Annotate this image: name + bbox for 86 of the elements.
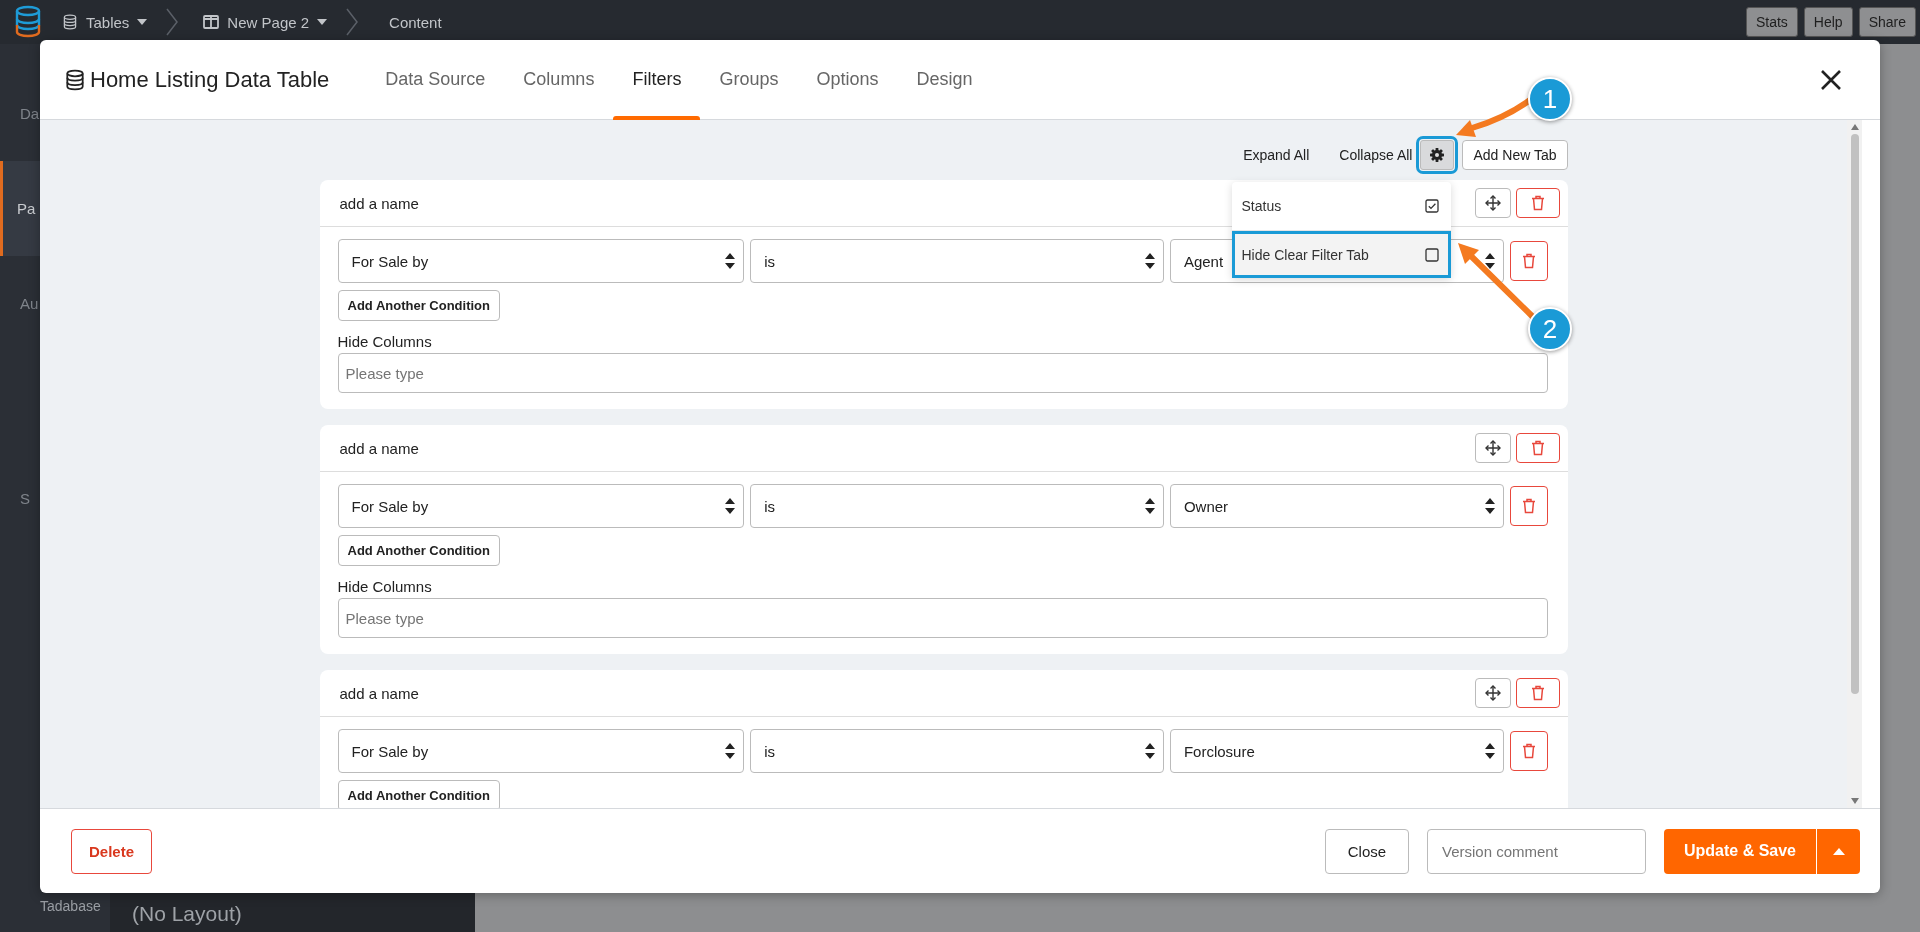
sort-icon <box>1144 498 1155 514</box>
hide-columns-label: Hide Columns <box>337 578 433 595</box>
move-icon <box>1484 440 1501 456</box>
operator-select[interactable]: is <box>750 484 1164 528</box>
toolbar-button[interactable]: Share <box>1858 7 1916 37</box>
sort-icon <box>1484 253 1495 269</box>
trash-icon <box>1521 253 1536 269</box>
checkbox-icon[interactable] <box>1424 247 1439 262</box>
move-button[interactable] <box>1474 678 1511 708</box>
database-icon <box>64 68 86 91</box>
operator-select[interactable]: is <box>750 239 1164 283</box>
sidebar-footer-label: Tadabase <box>39 898 102 916</box>
tab[interactable]: Columns <box>504 40 614 119</box>
trash-icon <box>1530 195 1545 211</box>
tab[interactable]: Options <box>797 40 898 119</box>
scrollbar[interactable] <box>1847 120 1862 808</box>
logo-icon[interactable] <box>14 5 42 39</box>
breadcrumb[interactable]: Content <box>363 13 456 31</box>
delete-filter-button[interactable] <box>1515 188 1560 218</box>
menu-item[interactable]: Status <box>1231 182 1451 230</box>
hide-columns-label: Hide Columns <box>337 333 433 350</box>
toolbar-button[interactable]: Help <box>1803 7 1853 37</box>
caret-up-icon <box>1832 847 1845 855</box>
filter-name-placeholder[interactable]: add a name <box>339 684 419 702</box>
field-select[interactable]: For Sale by <box>337 484 745 528</box>
trash-icon <box>1521 498 1536 514</box>
settings-icon <box>1430 148 1445 162</box>
sort-icon <box>725 498 736 514</box>
checked-checkbox-icon[interactable] <box>1424 199 1439 213</box>
scroll-up-icon <box>1850 124 1859 130</box>
expand-all-link[interactable]: Expand All <box>1243 147 1310 163</box>
filter-name-placeholder[interactable]: add a name <box>339 194 419 212</box>
breadcrumb[interactable]: New Page 2 <box>183 13 342 31</box>
sort-icon <box>725 743 736 759</box>
chevron-icon <box>345 8 360 36</box>
move-icon <box>1484 685 1501 701</box>
filter-name-placeholder[interactable]: add a name <box>339 439 419 457</box>
delete-condition-button[interactable] <box>1509 241 1548 281</box>
layout-label: (No Layout) <box>131 902 243 927</box>
hide-columns-field[interactable]: Please type <box>337 353 1548 393</box>
add-condition-button[interactable]: Add Another Condition <box>337 535 500 566</box>
database-icon <box>62 14 78 30</box>
add-condition-button[interactable]: Add Another Condition <box>337 290 500 321</box>
scroll-down-icon <box>1850 798 1859 804</box>
trash-icon <box>1530 685 1545 701</box>
tab[interactable]: Filters <box>613 40 701 119</box>
delete-filter-button[interactable] <box>1515 678 1560 708</box>
trash-icon <box>1530 440 1545 456</box>
close-icon <box>1820 68 1842 91</box>
modal-title: Home Listing Data Table <box>90 66 330 93</box>
toolbar-button[interactable]: Stats <box>1745 7 1798 37</box>
caret-icon <box>317 19 328 25</box>
breadcrumb[interactable]: Tables <box>42 13 162 31</box>
sort-icon <box>1484 498 1495 514</box>
sort-icon <box>1144 743 1155 759</box>
menu-item[interactable]: Hide Clear Filter Tab <box>1231 230 1451 278</box>
delete-button[interactable]: Delete <box>71 828 153 874</box>
close-button[interactable] <box>1820 68 1842 91</box>
add-condition-button[interactable]: Add Another Condition <box>337 780 500 808</box>
delete-condition-button[interactable] <box>1509 731 1548 771</box>
sort-icon <box>725 253 736 269</box>
collapse-all-link[interactable]: Collapse All <box>1339 147 1413 163</box>
chevron-icon <box>165 8 180 36</box>
save-options-button[interactable] <box>1817 828 1860 874</box>
version-comment-field[interactable]: Version comment <box>1426 828 1646 874</box>
tab[interactable]: Data Source <box>366 40 505 119</box>
sort-icon <box>1144 253 1155 269</box>
tab[interactable]: Groups <box>700 40 798 119</box>
delete-filter-button[interactable] <box>1515 433 1560 463</box>
close-button[interactable]: Close <box>1324 828 1409 874</box>
operator-select[interactable]: is <box>750 729 1164 773</box>
move-button[interactable] <box>1474 433 1511 463</box>
value-select[interactable]: Owner <box>1169 484 1504 528</box>
tab[interactable]: Design <box>897 40 992 119</box>
field-select[interactable]: For Sale by <box>337 729 745 773</box>
caret-icon <box>137 19 148 25</box>
columns-icon <box>203 15 220 29</box>
move-icon <box>1484 195 1501 211</box>
field-select[interactable]: For Sale by <box>337 239 745 283</box>
hide-columns-field[interactable]: Please type <box>337 598 1548 638</box>
delete-condition-button[interactable] <box>1509 486 1548 526</box>
trash-icon <box>1521 743 1536 759</box>
add-new-tab-button[interactable]: Add New Tab <box>1462 140 1568 170</box>
value-select[interactable]: Forclosure <box>1169 729 1504 773</box>
sort-icon <box>1484 743 1495 759</box>
move-button[interactable] <box>1474 188 1511 218</box>
